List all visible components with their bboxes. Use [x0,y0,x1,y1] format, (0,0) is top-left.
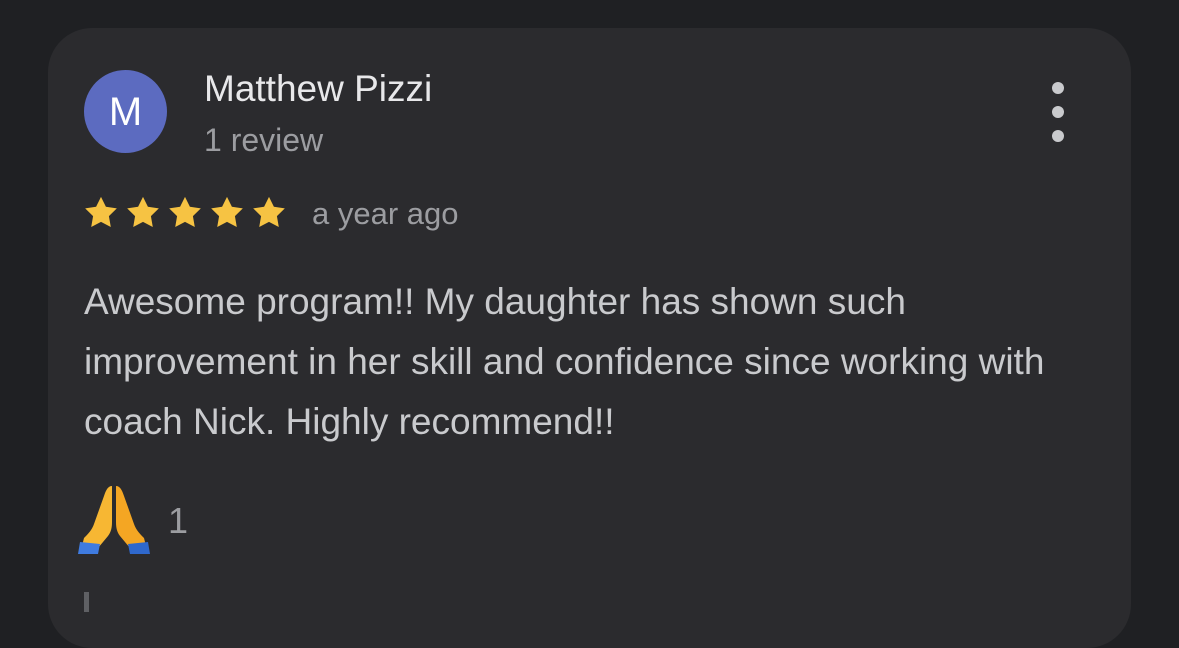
reviewer-name[interactable]: Matthew Pizzi [204,68,432,110]
star-icon [253,196,285,227]
review-text: Awesome program!! My daughter has shown … [84,281,1045,442]
review-timestamp: a year ago [312,196,459,231]
reviewer-review-count: 1 review [204,122,324,158]
star-icon [127,196,159,227]
star-icon [211,196,243,227]
reaction-count: 1 [168,500,189,541]
star-icon [169,196,201,227]
folded-hands-icon[interactable] [78,484,150,554]
star-icon [85,196,117,227]
avatar[interactable]: M [84,70,167,153]
star-rating [82,194,288,232]
more-options-icon[interactable] [1040,82,1076,142]
reply-divider [84,592,89,612]
